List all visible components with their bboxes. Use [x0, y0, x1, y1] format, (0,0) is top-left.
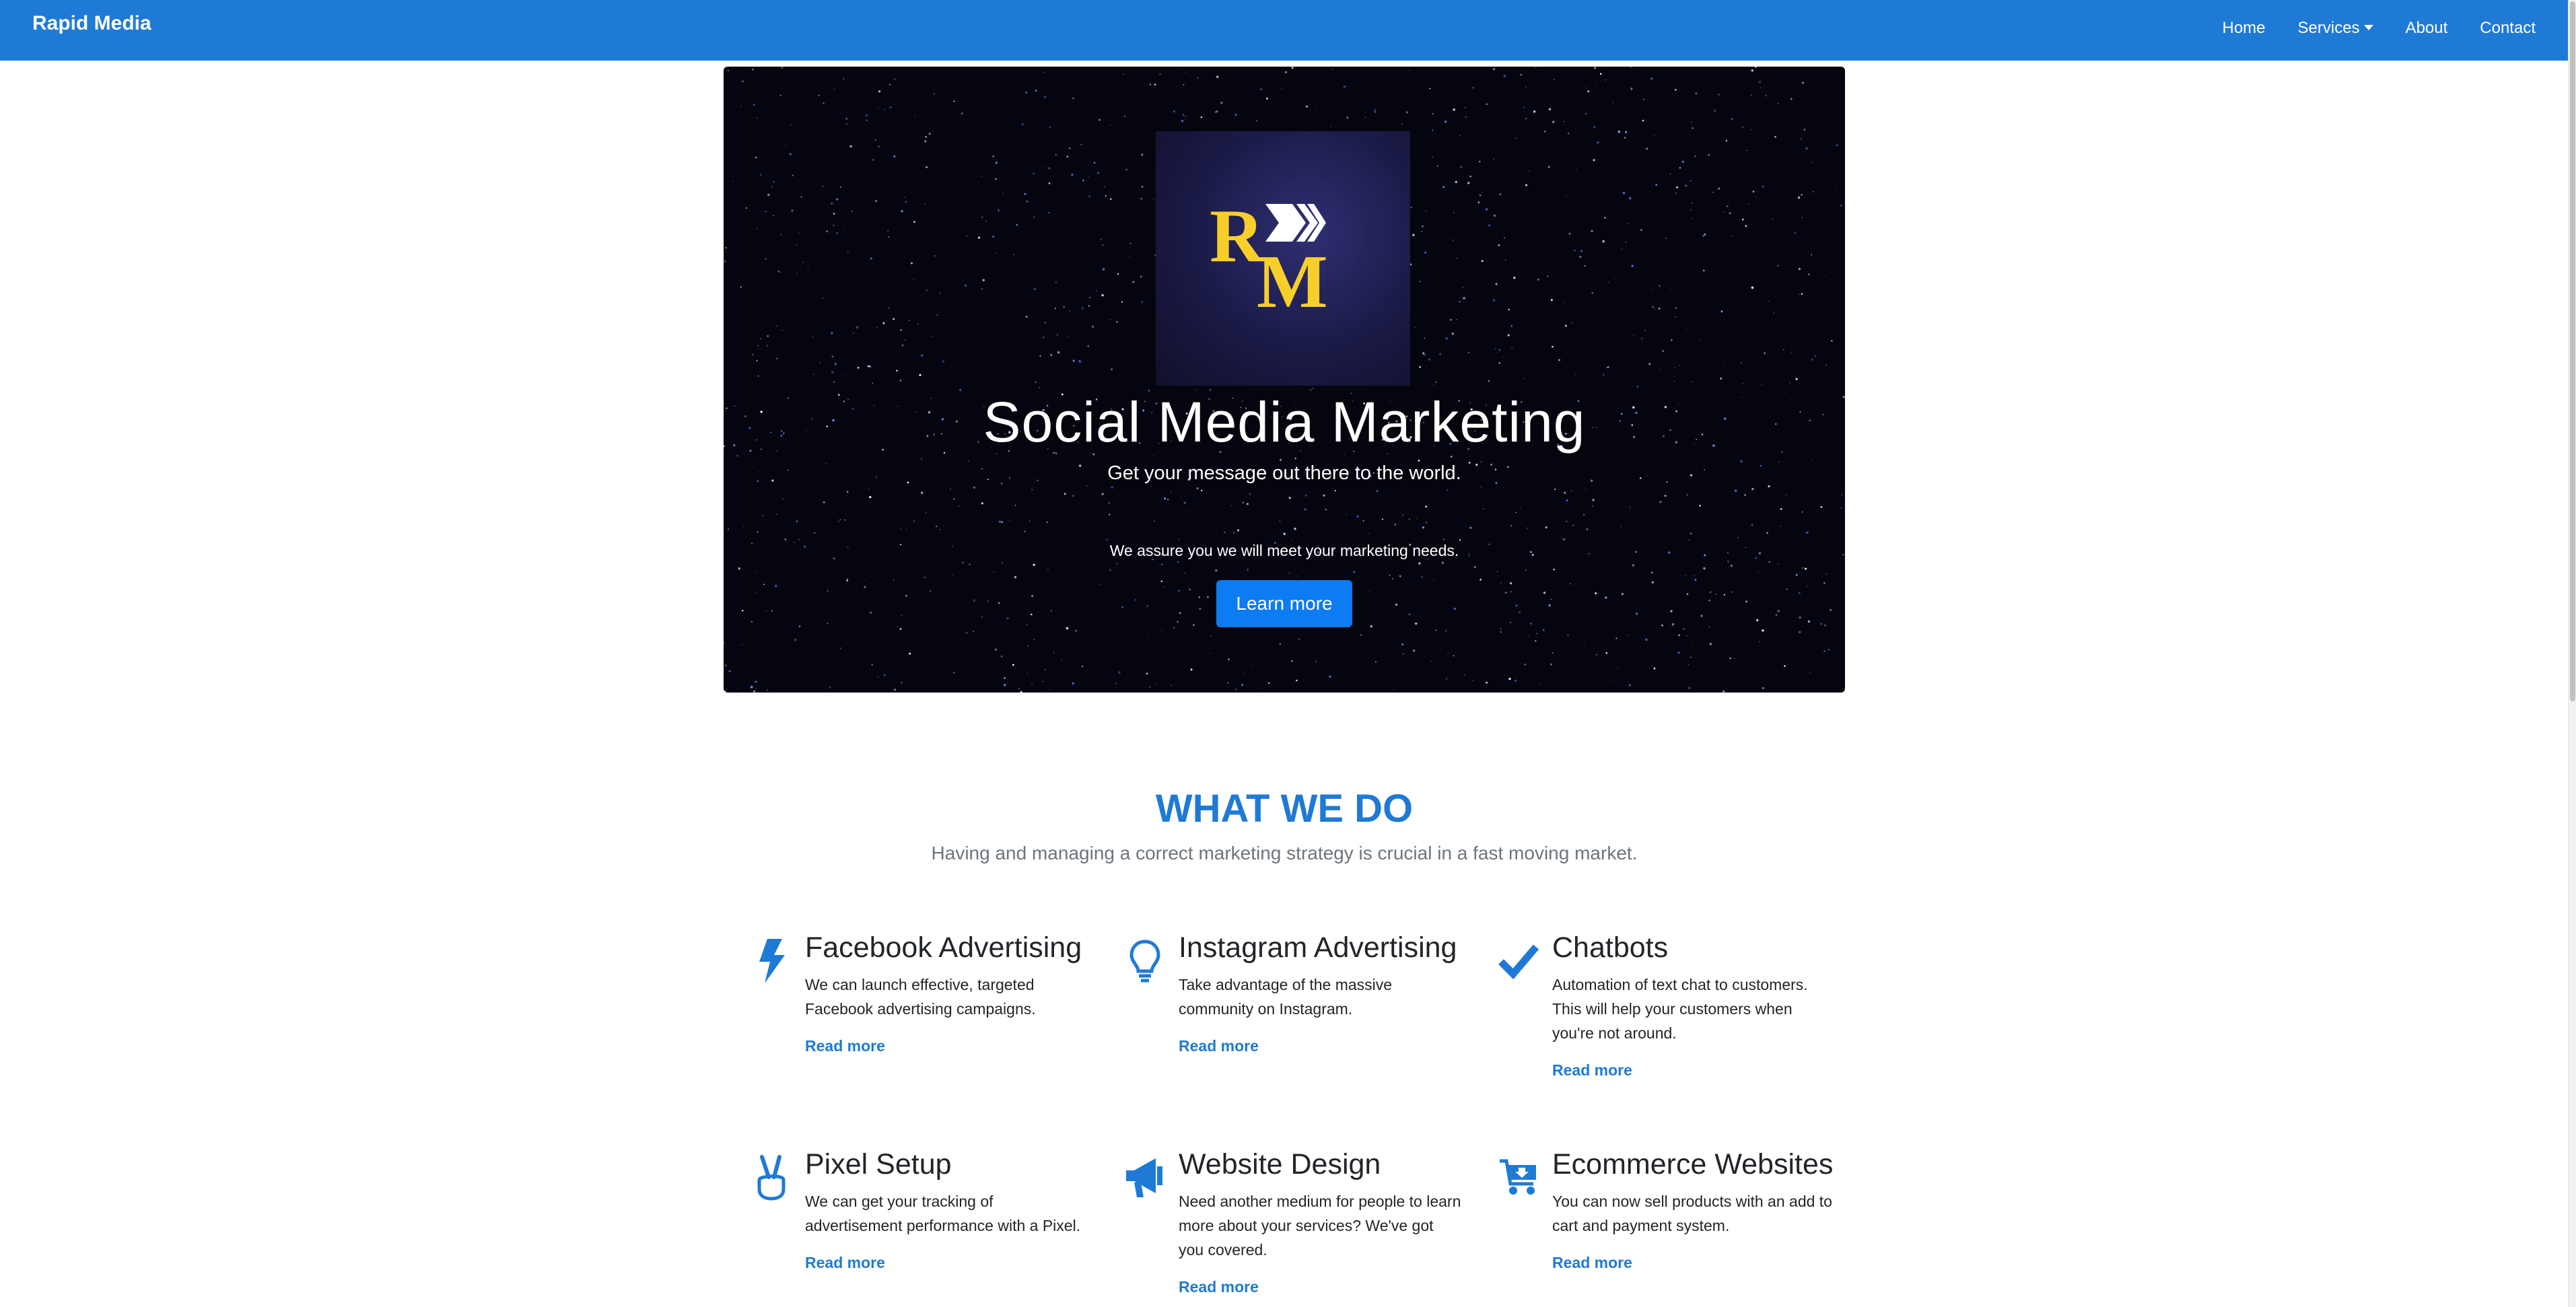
rapid-media-logo: R M	[1156, 131, 1410, 386]
logo-chevrons-icon	[1265, 204, 1326, 242]
lightbulb-icon	[1129, 940, 1160, 983]
megaphone-icon	[1126, 1158, 1162, 1197]
hero-title: Social Media Marketing	[983, 390, 1586, 454]
learn-more-button[interactable]: Learn more	[1216, 580, 1352, 627]
logo-letter-r: R	[1210, 195, 1264, 278]
service-description: Need another medium for people to learn …	[1179, 1193, 1461, 1259]
section-title: WHAT WE DO	[1155, 787, 1414, 831]
caret-down-icon	[2363, 25, 2373, 30]
service-description: We can launch effective, targeted Facebo…	[805, 976, 1036, 1018]
checkmark-icon	[1498, 944, 1539, 980]
service-title: Instagram Advertising	[1179, 931, 1457, 964]
peace-hand-icon	[757, 1155, 786, 1201]
service-title: Website Design	[1179, 1148, 1381, 1180]
read-more-link[interactable]: Read more	[805, 1037, 885, 1055]
nav-about[interactable]: About	[2406, 19, 2448, 38]
page-scrollbar[interactable]	[2568, 0, 2576, 1307]
brand-link[interactable]: Rapid Media	[32, 12, 151, 35]
nav-links: Home Services About Contact	[2223, 19, 2536, 38]
nav-services-label: Services	[2297, 19, 2360, 37]
service-description: Automation of text chat to customers. Th…	[1552, 976, 1808, 1042]
lightning-bolt-icon	[759, 939, 785, 983]
nav-contact[interactable]: Contact	[2480, 19, 2536, 38]
read-more-link[interactable]: Read more	[1552, 1254, 1632, 1271]
hero-subtitle: Get your message out there to the world.	[1107, 462, 1461, 484]
service-title: Facebook Advertising	[805, 931, 1082, 964]
nav-home[interactable]: Home	[2223, 19, 2266, 38]
section-subtitle: Having and managing a correct marketing …	[931, 843, 1638, 863]
read-more-link[interactable]: Read more	[1552, 1061, 1632, 1079]
read-more-link[interactable]: Read more	[1179, 1037, 1259, 1055]
hero-assurance-text: We assure you we will meet your marketin…	[1109, 542, 1459, 559]
read-more-link[interactable]: Read more	[805, 1254, 885, 1271]
shopping-cart-icon	[1500, 1159, 1536, 1195]
hero-banner: R M Social Media Marketing Get your mess…	[724, 67, 1845, 693]
navbar: Rapid Media Home Services About Contact	[0, 0, 2568, 61]
nav-services-dropdown[interactable]: Services	[2298, 19, 2373, 38]
service-description: You can now sell products with an add to…	[1552, 1193, 1832, 1234]
logo-letter-m: M	[1257, 240, 1328, 324]
service-title: Pixel Setup	[805, 1148, 952, 1180]
service-title: Chatbots	[1552, 931, 1669, 964]
scrollbar-thumb[interactable]	[2570, 1, 2575, 701]
service-description: We can get your tracking of advertisemen…	[805, 1193, 1081, 1234]
read-more-link[interactable]: Read more	[1179, 1278, 1259, 1296]
service-title: Ecommerce Websites	[1552, 1148, 1834, 1180]
service-description: Take advantage of the massive community …	[1179, 976, 1393, 1018]
page: Rapid Media Home Services About Contact …	[0, 0, 2576, 1307]
